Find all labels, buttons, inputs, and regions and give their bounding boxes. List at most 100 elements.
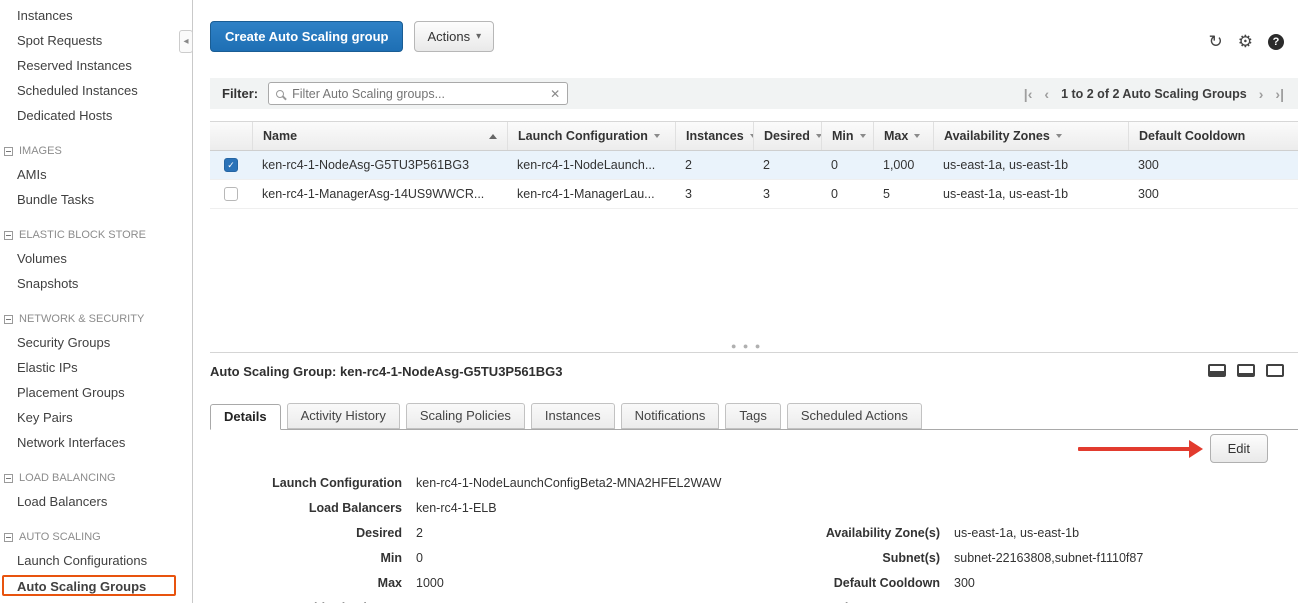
first-page-icon[interactable]: |‹: [1024, 87, 1033, 101]
sidebar-item-security-groups[interactable]: Security Groups: [0, 330, 192, 355]
sidebar-item-auto-scaling-groups[interactable]: Auto Scaling Groups: [2, 575, 176, 596]
tab-notifications[interactable]: Notifications: [621, 403, 720, 429]
column-header-desired[interactable]: Desired: [753, 122, 821, 150]
help-icon[interactable]: ?: [1268, 34, 1284, 50]
tab-activity-history[interactable]: Activity History: [287, 403, 400, 429]
collapse-section-icon: [4, 533, 13, 542]
collapse-section-icon: [4, 147, 13, 156]
column-header-name[interactable]: Name: [252, 122, 507, 150]
tab-instances[interactable]: Instances: [531, 403, 615, 429]
actions-button-label: Actions: [427, 29, 470, 44]
column-header-min[interactable]: Min: [821, 122, 873, 150]
field-value-max: 1000: [416, 576, 736, 590]
last-page-icon[interactable]: ›|: [1275, 87, 1284, 101]
pane-layout-icons: [1208, 364, 1284, 377]
cell-launch-configuration: ken-rc4-1-ManagerLau...: [507, 187, 675, 201]
tab-scheduled-actions[interactable]: Scheduled Actions: [787, 403, 922, 429]
filter-bar: Filter: ✕ |‹ ‹ 1 to 2 of 2 Auto Scaling …: [210, 78, 1298, 109]
row-checkbox-unchecked[interactable]: [224, 187, 238, 201]
field-value-desired: 2: [416, 526, 736, 540]
next-page-icon[interactable]: ›: [1259, 87, 1264, 101]
sidebar-section-elastic-block-store[interactable]: ELASTIC BLOCK STORE: [0, 224, 192, 246]
sidebar-item-dedicated-hosts[interactable]: Dedicated Hosts: [0, 103, 192, 128]
layout-bottom-pane-icon[interactable]: [1237, 364, 1255, 377]
row-checkbox-checked[interactable]: ✓: [224, 158, 238, 172]
gear-icon[interactable]: ⚙: [1238, 33, 1253, 50]
clear-filter-icon[interactable]: ✕: [550, 87, 560, 101]
column-header-default-cooldown[interactable]: Default Cooldown: [1128, 122, 1298, 150]
column-label: Availability Zones: [944, 129, 1050, 143]
split-divider[interactable]: [210, 352, 1298, 353]
sidebar-item-scheduled-instances[interactable]: Scheduled Instances: [0, 78, 192, 103]
sidebar-section-label: ELASTIC BLOCK STORE: [19, 224, 146, 246]
edit-button[interactable]: Edit: [1210, 434, 1268, 463]
column-header-launch-configuration[interactable]: Launch Configuration: [507, 122, 675, 150]
sort-ascending-icon: [489, 134, 497, 139]
main-content: Create Auto Scaling group Actions ▾ ↻ ⚙ …: [193, 0, 1298, 603]
table-row[interactable]: ken-rc4-1-ManagerAsg-14US9WWCR... ken-rc…: [210, 180, 1298, 209]
split-drag-handle[interactable]: ● ● ●: [731, 341, 762, 351]
details-fields: Launch Configuration ken-rc4-1-NodeLaunc…: [210, 470, 1298, 603]
ec2-console-screen: Instances Spot Requests Reserved Instanc…: [0, 0, 1298, 603]
sidebar-item-amis[interactable]: AMIs: [0, 162, 192, 187]
sidebar-collapse-button[interactable]: ◂: [179, 30, 193, 53]
cell-availability-zones: us-east-1a, us-east-1b: [933, 158, 1128, 172]
previous-page-icon[interactable]: ‹: [1044, 87, 1049, 101]
table-header-row: Name Launch Configuration Instances Desi…: [210, 121, 1298, 151]
tab-scaling-policies[interactable]: Scaling Policies: [406, 403, 525, 429]
sidebar-item-launch-configurations[interactable]: Launch Configurations: [0, 548, 192, 573]
search-icon: [276, 90, 284, 98]
column-label: Instances: [686, 129, 744, 143]
sidebar-item-snapshots[interactable]: Snapshots: [0, 271, 192, 296]
filter-search-box[interactable]: ✕: [268, 82, 568, 105]
sidebar-item-key-pairs[interactable]: Key Pairs: [0, 405, 192, 430]
sidebar-item-volumes[interactable]: Volumes: [0, 246, 192, 271]
cell-min: 0: [821, 158, 873, 172]
field-label-launch-configuration: Launch Configuration: [210, 476, 402, 490]
actions-button[interactable]: Actions ▾: [414, 21, 494, 52]
tab-tags[interactable]: Tags: [725, 403, 780, 429]
sidebar-section-label: IMAGES: [19, 140, 62, 162]
sidebar-item-network-interfaces[interactable]: Network Interfaces: [0, 430, 192, 455]
chevron-down-icon: ▾: [476, 31, 481, 42]
pagination: |‹ ‹ 1 to 2 of 2 Auto Scaling Groups › ›…: [1024, 78, 1284, 109]
refresh-icon[interactable]: ↻: [1209, 33, 1223, 50]
field-value-default-cooldown: 300: [954, 576, 1298, 590]
field-label-load-balancers: Load Balancers: [210, 501, 402, 515]
column-header-instances[interactable]: Instances: [675, 122, 753, 150]
cell-max: 5: [873, 187, 933, 201]
cell-min: 0: [821, 187, 873, 201]
cell-desired: 2: [753, 158, 821, 172]
sidebar-section-label: NETWORK & SECURITY: [19, 308, 144, 330]
field-value-launch-configuration: ken-rc4-1-NodeLaunchConfigBeta2-MNA2HFEL…: [416, 476, 736, 490]
sidebar-section-load-balancing[interactable]: LOAD BALANCING: [0, 467, 192, 489]
field-value-min: 0: [416, 551, 736, 565]
column-header-availability-zones[interactable]: Availability Zones: [933, 122, 1128, 150]
column-filter-icon: [860, 134, 866, 138]
sidebar-item-reserved-instances[interactable]: Reserved Instances: [0, 53, 192, 78]
table-row[interactable]: ✓ ken-rc4-1-NodeAsg-G5TU3P561BG3 ken-rc4…: [210, 151, 1298, 180]
sidebar-item-load-balancers[interactable]: Load Balancers: [0, 489, 192, 514]
detail-tabs: Details Activity History Scaling Policie…: [210, 403, 1298, 430]
column-label: Min: [832, 129, 854, 143]
layout-half-pane-icon[interactable]: [1208, 364, 1226, 377]
header-select-column: [210, 122, 252, 150]
sidebar-section-images[interactable]: IMAGES: [0, 140, 192, 162]
sidebar-item-instances[interactable]: Instances: [0, 3, 192, 28]
field-value-load-balancers: ken-rc4-1-ELB: [416, 501, 736, 515]
sidebar-item-placement-groups[interactable]: Placement Groups: [0, 380, 192, 405]
filter-input[interactable]: [290, 86, 544, 102]
sidebar-item-bundle-tasks[interactable]: Bundle Tasks: [0, 187, 192, 212]
create-auto-scaling-group-button[interactable]: Create Auto Scaling group: [210, 21, 403, 52]
tab-details[interactable]: Details: [210, 404, 281, 430]
sidebar-section-auto-scaling[interactable]: AUTO SCALING: [0, 526, 192, 548]
column-filter-icon: [914, 134, 920, 138]
column-label: Default Cooldown: [1139, 129, 1245, 143]
sidebar-item-spot-requests[interactable]: Spot Requests: [0, 28, 192, 53]
sidebar-section-network-security[interactable]: NETWORK & SECURITY: [0, 308, 192, 330]
layout-full-pane-icon[interactable]: [1266, 364, 1284, 377]
column-header-max[interactable]: Max: [873, 122, 933, 150]
collapse-section-icon: [4, 474, 13, 483]
sidebar-item-elastic-ips[interactable]: Elastic IPs: [0, 355, 192, 380]
corner-icons: ↻ ⚙ ?: [1209, 33, 1285, 50]
